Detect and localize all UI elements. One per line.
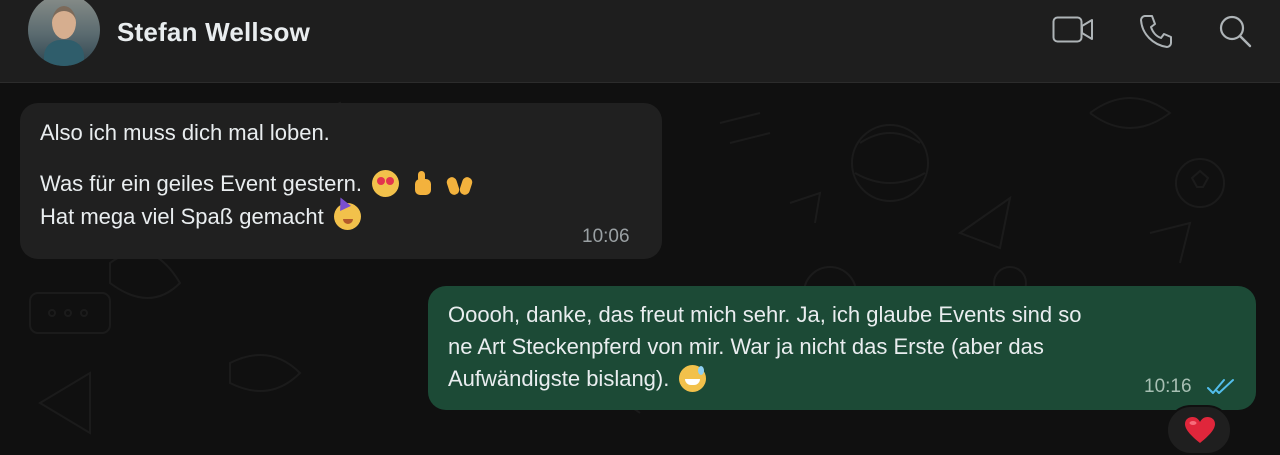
avatar[interactable] <box>28 0 100 66</box>
message-text: Hat mega viel Spaß gemacht <box>40 204 324 229</box>
red-heart-icon <box>1185 417 1215 443</box>
chat-header: Stefan Wellsow <box>0 0 1280 83</box>
video-call-icon[interactable] <box>1052 16 1094 44</box>
message-line: ne Art Steckenpferd von mir. War ja nich… <box>448 334 1044 359</box>
thumbs-up-emoji-icon <box>409 170 436 197</box>
raised-hands-emoji-icon <box>446 170 473 197</box>
grinning-sweat-emoji-icon <box>679 365 707 392</box>
message-text: Aufwändigste bislang). <box>448 366 670 391</box>
voice-call-icon[interactable] <box>1140 14 1172 48</box>
message-line: Also ich muss dich mal loben. <box>40 120 330 145</box>
search-icon[interactable] <box>1218 14 1252 48</box>
avatar-shirt <box>44 40 84 66</box>
read-double-check-icon <box>1206 378 1236 401</box>
incoming-message[interactable]: Also ich muss dich mal loben. Was für ei… <box>20 103 662 259</box>
message-line: Ooooh, danke, das freut mich sehr. Ja, i… <box>448 302 1082 327</box>
message-line: Aufwändigste bislang). <box>448 364 1236 396</box>
contact-name[interactable]: Stefan Wellsow <box>117 17 310 48</box>
message-text: Was für ein geiles Event gestern. <box>40 171 363 196</box>
heart-eyes-emoji-icon <box>372 170 400 197</box>
message-reaction[interactable] <box>1166 405 1232 455</box>
message-line: Hat mega viel Spaß gemacht <box>40 202 642 235</box>
message-timestamp: 10:06 <box>582 226 630 247</box>
outgoing-message[interactable]: Ooooh, danke, das freut mich sehr. Ja, i… <box>428 286 1256 410</box>
party-face-emoji-icon <box>333 203 361 230</box>
avatar-face <box>52 6 76 39</box>
message-timestamp: 10:16 <box>1144 376 1192 397</box>
